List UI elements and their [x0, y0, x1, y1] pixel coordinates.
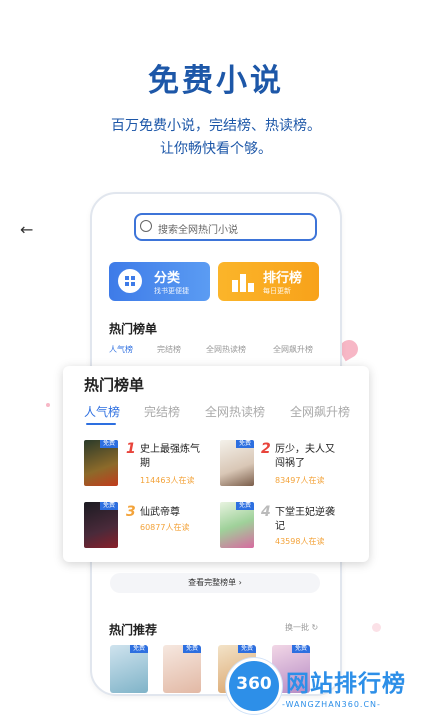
rank-number: 3: [126, 504, 136, 520]
category-title: 分类: [154, 271, 181, 286]
grid-icon: [118, 269, 142, 293]
promo-headline: 免费小说: [148, 63, 284, 99]
free-badge: 免费: [130, 645, 148, 653]
book-readers: 83497人在读: [275, 476, 325, 485]
book-cover[interactable]: 免费: [84, 440, 118, 486]
tab-rising[interactable]: 全网飙升榜: [290, 403, 350, 420]
watermark-logo-text: 360: [236, 674, 272, 694]
rank-number: 4: [261, 504, 271, 520]
recommend-cover[interactable]: 免费: [163, 645, 201, 693]
book-title[interactable]: 厉少，夫人又闯祸了: [275, 443, 341, 471]
book-title[interactable]: 仙武帝尊: [140, 506, 206, 520]
promo-subtitle-1: 百万免费小说，完结榜、热读榜。: [111, 118, 321, 134]
watermark-url: -WANGZHAN360.CN-: [282, 700, 381, 709]
book-readers: 60877人在读: [140, 523, 190, 532]
search-placeholder: 搜索全网热门小说: [158, 225, 238, 236]
podium-icon: [232, 272, 254, 296]
tab-hotread[interactable]: 全网热读榜: [205, 403, 265, 420]
book-readers: 114463人在读: [140, 476, 195, 485]
tab-hotread-small[interactable]: 全网热读榜: [206, 344, 246, 355]
tab-completed-small[interactable]: 完结榜: [157, 344, 181, 355]
free-badge: 免费: [100, 502, 118, 510]
ranking-subtitle: 每日更新: [263, 287, 291, 295]
tab-completed[interactable]: 完结榜: [144, 403, 180, 420]
tab-popular[interactable]: 人气榜: [84, 403, 120, 420]
tab-rising-small[interactable]: 全网飙升榜: [273, 344, 313, 355]
category-subtitle: 找书更便捷: [154, 287, 189, 295]
book-title[interactable]: 史上最强炼气期: [140, 443, 206, 471]
ranking-title: 排行榜: [263, 271, 303, 286]
free-badge: 免费: [100, 440, 118, 448]
book-cover[interactable]: 免费: [220, 502, 254, 548]
recommend-heading: 热门推荐: [109, 623, 158, 637]
card-title: 热门榜单: [84, 376, 145, 394]
book-cover[interactable]: 免费: [220, 440, 254, 486]
watermark-name: 网站排行榜: [286, 671, 406, 697]
back-arrow-icon[interactable]: ←: [20, 220, 33, 239]
search-icon: [140, 220, 152, 232]
free-badge: 免费: [183, 645, 201, 653]
rank-number: 2: [261, 441, 271, 457]
book-readers: 43598人在读: [275, 537, 325, 546]
free-badge: 免费: [236, 502, 254, 510]
promo-subtitle-2: 让你畅快看个够。: [160, 141, 272, 157]
tab-popular-small[interactable]: 人气榜: [109, 344, 133, 355]
rank-number: 1: [126, 441, 136, 457]
active-tab-indicator: [86, 423, 116, 425]
dot-decoration: [372, 623, 381, 632]
book-title[interactable]: 下堂王妃逆袭记: [275, 506, 341, 534]
view-full-list-button[interactable]: 查看完整榜单 ›: [110, 573, 320, 593]
free-badge: 免费: [292, 645, 310, 653]
refresh-button[interactable]: 换一批 ↻: [285, 622, 318, 633]
category-button[interactable]: 分类 找书更便捷: [109, 262, 210, 301]
book-cover[interactable]: 免费: [84, 502, 118, 548]
hot-list-heading: 热门榜单: [109, 322, 158, 336]
recommend-cover[interactable]: 免费: [110, 645, 148, 693]
dot-decoration: [46, 403, 50, 407]
ranking-button[interactable]: 排行榜 每日更新: [218, 262, 319, 301]
free-badge: 免费: [236, 440, 254, 448]
free-badge: 免费: [238, 645, 256, 653]
